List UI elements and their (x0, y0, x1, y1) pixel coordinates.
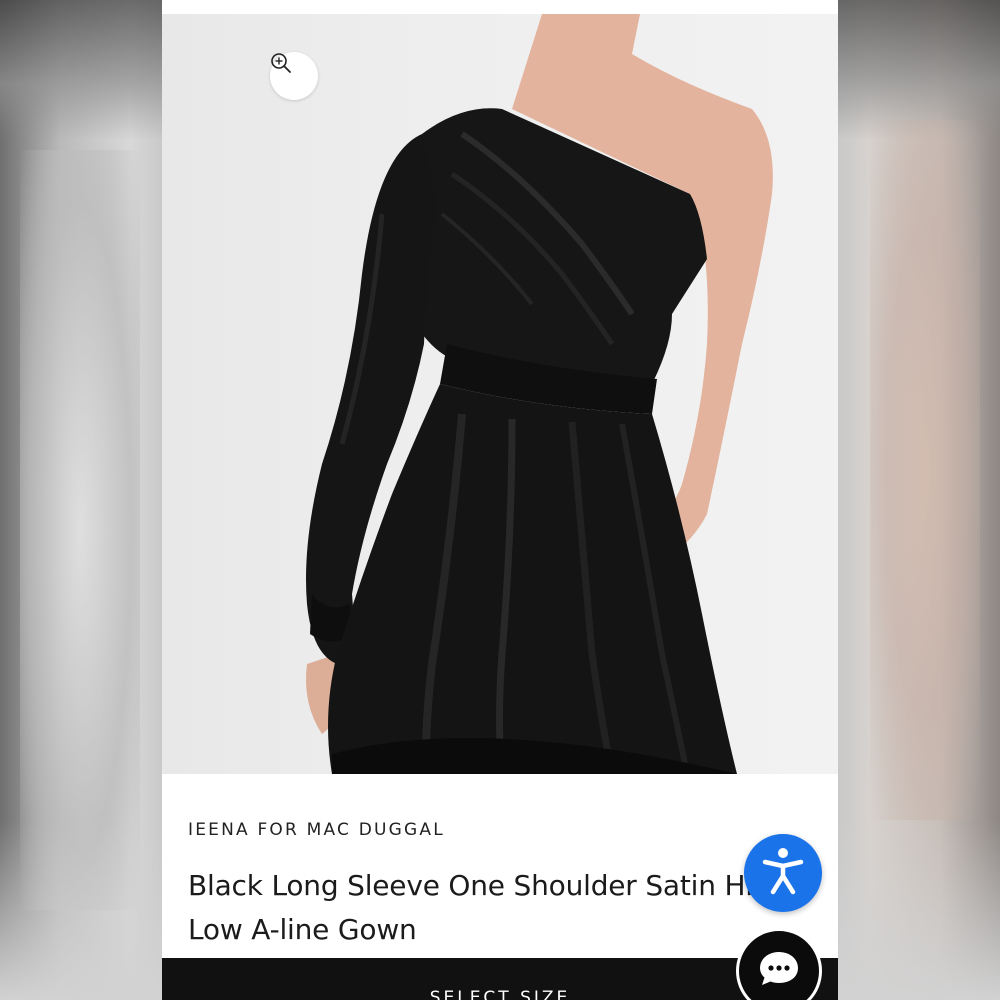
product-title: Black Long Sleeve One Shoulder Satin Hig… (188, 869, 789, 946)
dress-illustration (306, 14, 773, 774)
backdrop-left-blur (20, 150, 140, 910)
chat-icon (757, 949, 801, 994)
accessibility-button[interactable] (744, 834, 822, 912)
backdrop-right-blur (870, 120, 980, 820)
product-image[interactable] (162, 14, 838, 774)
zoom-button[interactable] (270, 52, 318, 100)
brand-name[interactable]: IEENA FOR MAC DUGGAL (188, 820, 445, 840)
top-bar (162, 0, 838, 14)
accessibility-icon (761, 846, 805, 901)
product-page-screen: IEENA FOR MAC DUGGAL Black Long Sleeve O… (162, 0, 838, 1000)
